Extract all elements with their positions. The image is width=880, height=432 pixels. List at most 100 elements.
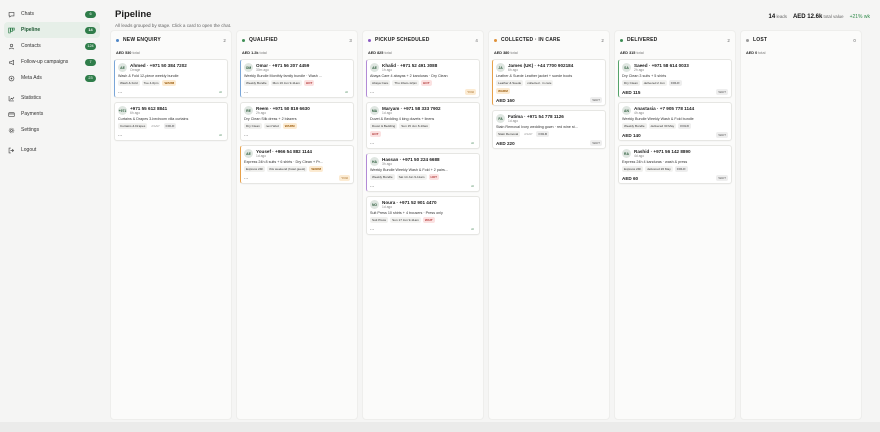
column-new-enquiry: NEW ENQUIRY 2 AED 530 total AE Ahmed · +971 … [110,30,232,420]
sidebar-item-statistics[interactable]: Statistics [4,90,100,106]
more-menu-icon[interactable]: ... [244,90,248,95]
sidebar-item-settings[interactable]: Settings [4,122,100,138]
owner-badge: WAIT [590,97,602,103]
growth-badge: +21% wk [849,14,870,20]
card-footer: AED 160 WAIT [496,97,602,103]
sidebar-item-badge: 6 [85,10,96,18]
card-tag: WARM [282,123,297,129]
card-identity: Rashid · +971 56 142 8890 4d ago [634,149,691,158]
more-menu-icon[interactable]: ... [370,141,374,146]
lead-card[interactable]: RA Rashid · +971 56 142 8890 4d ago Express… [618,145,732,184]
lead-time: 6h ago [508,68,519,72]
lead-description: Abaya Care 4 abayas + 2 kanduras · Dry C… [370,74,448,78]
more-menu-icon[interactable]: ... [370,90,374,95]
lead-card[interactable]: SA Saeed · +971 58 614 0033 2h ago Dry Clea… [618,59,732,98]
lead-card[interactable]: +971 +971 55 612 8841 6h ago Curtains & Dra… [114,102,228,141]
card-tag: next Wed [263,123,281,129]
card-tag: Express 24h [244,166,266,172]
card-header: +971 +971 55 612 8841 6h ago [118,106,224,115]
card-tag: Abaya Care [370,80,391,86]
lead-card[interactable]: AE Yousef · +966 54 882 1144 1d ago Express… [240,145,354,184]
column-total: AED 0 total [746,51,858,55]
owner-badge: WAIT [590,140,602,146]
lead-card[interactable]: HA Hassan · +971 50 224 6688 3h ago Weekly … [366,153,480,192]
more-menu-icon[interactable]: ... [370,227,374,232]
lead-card[interactable]: AE Khalid · +971 52 491 3088 1h ago Abaya C… [366,59,480,98]
owner-badge: AI [471,141,474,145]
lead-card[interactable]: RE Reem · +971 50 819 6630 2h ago Dry Clean… [240,102,354,141]
card-tags: Weekly Bundle delivered 30 May COLD [622,123,728,129]
lead-description: Wash & Fold 12-piece weekly bundle [118,74,179,78]
card-tag: collected · in care [525,80,554,86]
card-identity: Omar · +971 56 207 4459 30m ago [256,63,309,72]
more-menu-icon[interactable]: ... [244,176,248,181]
card-tag: ASAP [151,124,160,128]
card-tags: Suit Press Sun 17 Jun 9-11am WAIT [370,217,476,223]
page-title: Pipeline [115,9,152,20]
card-identity: Yousef · +966 54 882 1144 1d ago [256,149,312,158]
column-total-label: total [259,51,267,55]
column-total-amount: AED 0 [746,51,758,55]
card-tags: Express 24h this weekend (hotel guest) WAR… [244,166,350,172]
sidebar-item-contacts[interactable]: Contacts 124 [4,38,100,54]
more-menu-icon[interactable]: ... [244,133,248,138]
more-menu-icon[interactable]: ... [118,133,122,138]
value-stat: AED 12.6k total value [793,14,844,20]
card-footer: ... [244,132,350,138]
lead-time: 3h ago [382,162,393,166]
sidebar-item-follow-up-campaigns[interactable]: Follow-up campaigns 7 [4,54,100,70]
card-header: OM Omar · +971 56 207 4459 30m ago [244,63,350,72]
column-qualified: QUALIFIED 3 AED 1.2k total OM Omar · +971 56… [236,30,358,420]
leads-count: 14 [768,14,776,20]
card-identity: Noura · +971 52 901 4470 1d ago [382,200,437,209]
avatar: RE [244,106,253,115]
sidebar-item-logout[interactable]: Logout [4,142,100,158]
sidebar-item-label: Follow-up campaigns [21,59,69,65]
column-title: PICKUP SCHEDULED [375,37,430,43]
sidebar-item-payments[interactable]: Payments [4,106,100,122]
lead-amount: AED 160 [496,97,515,103]
sidebar-item-label: Statistics [21,95,42,101]
avatar: HA [370,157,379,166]
card-footer: AED 115 WAIT [622,89,728,95]
card-footer: ... AI [370,226,476,232]
column-total-amount: AED 825 [368,51,384,55]
card-header: HA Hassan · +971 50 224 6688 3h ago [370,157,476,166]
payments-icon [8,111,15,118]
card-footer: ... AI [370,183,476,189]
card-tag: Express 24h [622,166,644,172]
lead-time: 1d ago [508,119,519,123]
stage-dot [494,38,497,42]
sidebar-item-meta-ads[interactable]: Meta Ads 23 [4,70,100,86]
sidebar-item-pipeline[interactable]: Pipeline 14 [4,22,100,38]
lead-card[interactable]: AN Anastasia · +7 905 778 1144 4h ago Weekl… [618,102,732,141]
lead-card[interactable]: JA James (UK) · +44 7700 902184 6h ago Leat… [492,59,606,106]
column-total-amount: AED 530 [116,51,132,55]
column-total: AED 1.2k total [242,51,354,55]
card-tag: Duvet & Bedding [370,123,398,129]
owner-badge: AI [471,184,474,188]
lead-card[interactable]: OM Omar · +971 56 207 4459 30m ago Weekly B… [240,59,354,98]
column-total-label: total [636,51,644,55]
lead-card[interactable]: NO Noura · +971 52 901 4470 1d ago Suit Pre… [366,196,480,235]
lead-card[interactable]: MA Maryam · +971 58 333 7902 1d ago Duvet &… [366,102,480,149]
card-tag: HOT [303,80,315,86]
column-total-label: total [510,51,518,55]
column-title: LOST [753,37,768,43]
card-tag: COLD [678,123,691,129]
more-menu-icon[interactable]: ... [370,184,374,189]
sidebar: Chats 6 Pipeline 14 Contacts 124 Follow-up cam… [0,0,104,432]
card-tags: Express 24h delivered 26 May COLD [622,166,728,172]
sidebar-item-chats[interactable]: Chats 6 [4,6,100,22]
lead-card[interactable]: FA Fatima · +971 54 778 1126 1d ago Stain R… [492,110,606,149]
card-header: SA Saeed · +971 58 614 0033 2h ago [622,63,728,72]
card-tag: Suit Press [370,217,389,223]
lead-description: Weekly Bundle Weekly Wash & Fold bundle [622,117,694,121]
chat-icon [8,11,15,18]
card-tag: Sat 14 Jun 9-11am [396,174,427,180]
column-total-amount: AED 380 [494,51,510,55]
lead-time: 4h ago [634,111,645,115]
more-menu-icon[interactable]: ... [118,90,122,95]
sidebar-item-badge: 23 [85,74,96,82]
lead-card[interactable]: AE Ahmed · +971 50 384 7202 Orrage Wash & F… [114,59,228,98]
